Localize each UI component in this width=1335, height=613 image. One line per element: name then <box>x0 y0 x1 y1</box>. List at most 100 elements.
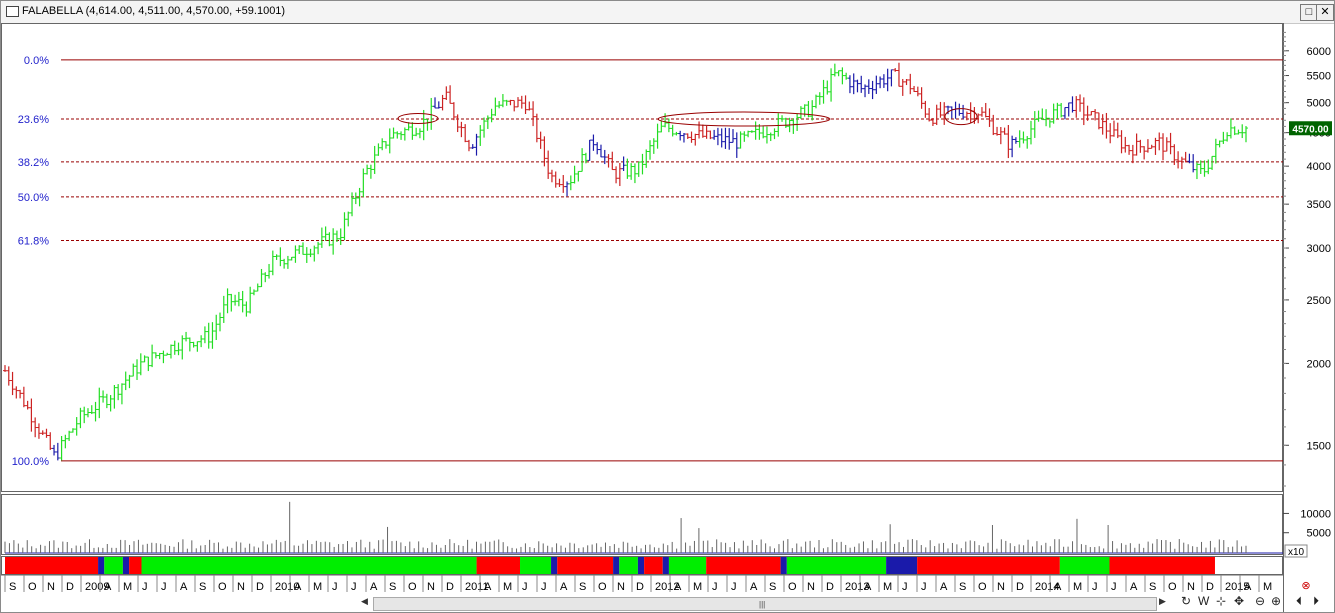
x-tick-label: A <box>370 581 378 593</box>
page-right-icon[interactable]: ⏵ <box>1313 594 1319 609</box>
regime-segment <box>886 556 918 574</box>
regime-segment <box>1109 556 1215 574</box>
last-price-label: 4570.00 <box>1292 124 1329 135</box>
x-tick-label: S <box>959 581 966 593</box>
x-tick-label: N <box>807 581 815 593</box>
x-tick-label: A <box>180 581 188 593</box>
x-tick-label: O <box>408 581 417 593</box>
regime-segment <box>668 556 707 574</box>
x-tick-label: S <box>1149 581 1156 593</box>
fib-level-label: 23.6% <box>18 114 49 126</box>
scroll-left-icon[interactable]: ◀ <box>361 596 368 607</box>
regime-segment <box>129 556 142 574</box>
no-data-icon: ⊗ <box>1301 580 1310 592</box>
zoom-in-icon[interactable]: ⊕ <box>1271 594 1281 608</box>
x-tick-label: J <box>731 581 737 593</box>
x-tick-label: D <box>66 581 74 593</box>
x-tick-label: S <box>9 581 16 593</box>
x-tick-label: A <box>1054 581 1062 593</box>
x-tick-label: N <box>1187 581 1195 593</box>
x-tick-label: A <box>1130 581 1138 593</box>
x-tick-label: S <box>579 581 586 593</box>
x-tick-label: D <box>1016 581 1024 593</box>
price-chart[interactable]: 1500200025003000350040004500500055006000… <box>1 23 1334 612</box>
x-tick-label: D <box>1206 581 1214 593</box>
y-tick-label: 4000 <box>1307 161 1331 173</box>
regime-segment <box>98 556 105 574</box>
volume-tick-label: 10000 <box>1300 508 1331 520</box>
x-tick-label: S <box>199 581 206 593</box>
volume-tick-label: 5000 <box>1307 528 1331 540</box>
x-tick-label: J <box>712 581 718 593</box>
refresh-icon[interactable]: ↻ <box>1181 594 1191 608</box>
x-tick-label: A <box>674 581 682 593</box>
y-tick-label: 3000 <box>1307 243 1331 255</box>
volume-pane-frame <box>1 494 1283 555</box>
scroll-right-icon[interactable]: ▶ <box>1159 596 1166 607</box>
scroll-grip-icon[interactable]: ||| <box>759 600 765 609</box>
zoom-w-button[interactable]: W <box>1198 594 1209 608</box>
fib-level-label: 61.8% <box>18 236 49 248</box>
x-tick-label: A <box>940 581 948 593</box>
x-tick-label: D <box>826 581 834 593</box>
horizontal-scrollbar[interactable]: ||| <box>373 597 1157 611</box>
zoom-out-icon[interactable]: ⊖ <box>1255 594 1265 608</box>
x-tick-label: S <box>769 581 776 593</box>
x-tick-label: O <box>978 581 987 593</box>
x-tick-label: J <box>351 581 357 593</box>
regime-segment <box>141 556 477 574</box>
close-button[interactable]: ✕ <box>1316 4 1334 21</box>
x-tick-label: O <box>788 581 797 593</box>
x-tick-label: A <box>294 581 302 593</box>
move-icon[interactable]: ✥ <box>1234 594 1244 608</box>
volume-multiplier-label: x10 <box>1288 547 1305 558</box>
regime-segment <box>706 556 781 574</box>
fib-level-label: 100.0% <box>12 456 50 468</box>
x-tick-label: N <box>47 581 55 593</box>
regime-segment <box>520 556 552 574</box>
regime-segment <box>619 556 638 574</box>
x-tick-label: J <box>1111 581 1117 593</box>
chart-window: FALABELLA (4,614.00, 4,511.00, 4,570.00,… <box>0 0 1335 613</box>
x-tick-label: A <box>104 581 112 593</box>
y-tick-label: 5500 <box>1307 71 1331 83</box>
x-tick-label: O <box>1168 581 1177 593</box>
regime-segment <box>662 556 669 574</box>
x-tick-label: A <box>750 581 758 593</box>
x-tick-label: J <box>902 581 908 593</box>
crosshair-icon[interactable]: ⊹ <box>1216 594 1226 608</box>
y-tick-label: 3500 <box>1307 199 1331 211</box>
window-icon <box>6 6 19 17</box>
y-tick-label: 5000 <box>1307 98 1331 110</box>
x-tick-label: N <box>617 581 625 593</box>
title-bar: FALABELLA (4,614.00, 4,511.00, 4,570.00,… <box>1 1 1334 24</box>
y-tick-label: 1500 <box>1307 440 1331 452</box>
x-tick-label: J <box>921 581 927 593</box>
x-tick-label: O <box>28 581 37 593</box>
x-tick-label: J <box>522 581 528 593</box>
x-tick-label: J <box>142 581 148 593</box>
regime-segment <box>780 556 787 574</box>
x-tick-label: J <box>332 581 338 593</box>
x-tick-label: A <box>484 581 492 593</box>
x-tick-label: A <box>864 581 872 593</box>
x-tick-label: J <box>541 581 547 593</box>
regime-segment <box>557 556 614 574</box>
x-tick-label: D <box>636 581 644 593</box>
regime-segment <box>551 556 558 574</box>
x-tick-label: O <box>218 581 227 593</box>
price-pane-frame <box>1 23 1283 492</box>
y-tick-label: 2500 <box>1307 295 1331 307</box>
annotation-ellipse <box>944 108 978 126</box>
regime-segment <box>917 556 1060 574</box>
regime-segment <box>786 556 887 574</box>
x-tick-label: M <box>1073 581 1082 593</box>
x-tick-label: A <box>560 581 568 593</box>
window-title: FALABELLA (4,614.00, 4,511.00, 4,570.00,… <box>22 5 286 17</box>
regime-segment <box>122 556 130 574</box>
x-tick-label: A <box>1244 581 1252 593</box>
page-left-icon[interactable]: ⏴ <box>1296 594 1302 609</box>
regime-segment <box>104 556 123 574</box>
regime-segment <box>5 556 99 574</box>
fib-level-label: 0.0% <box>24 55 49 67</box>
